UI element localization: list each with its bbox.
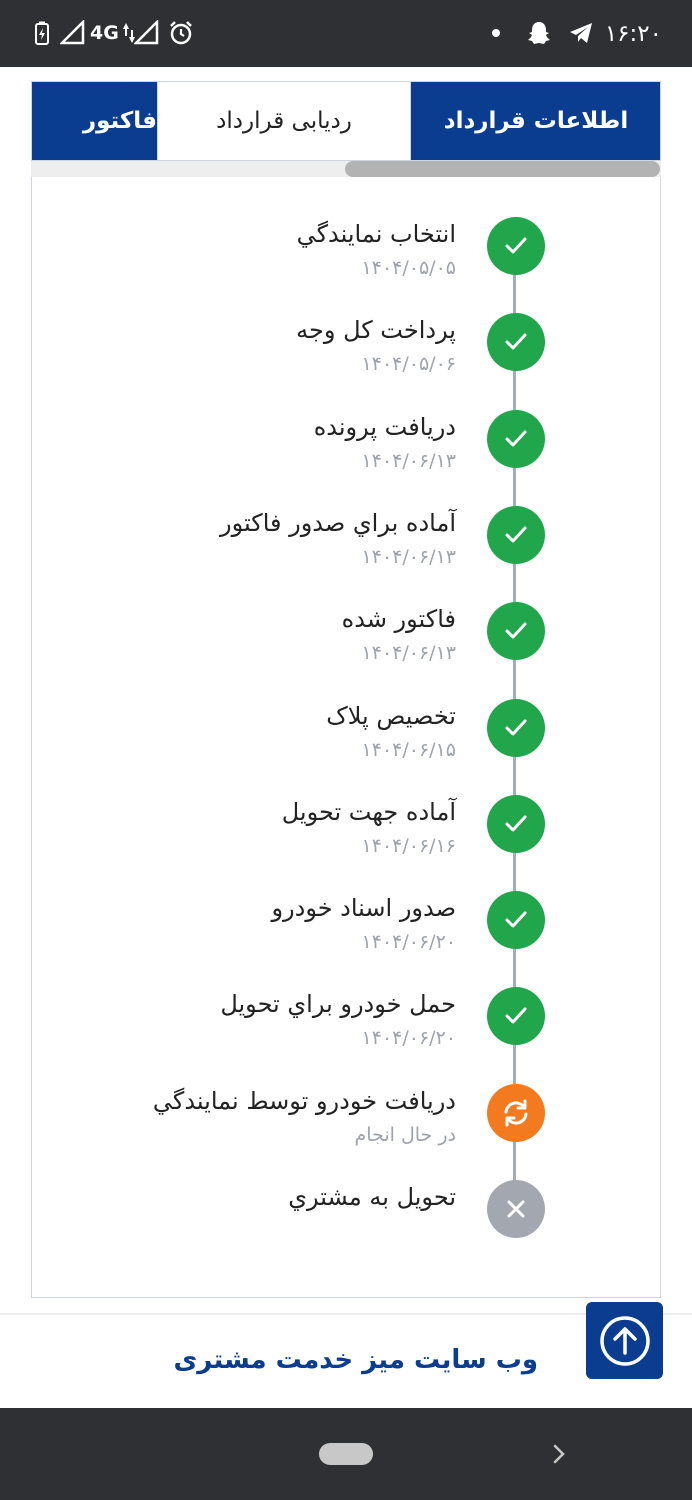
- step-title: آماده براي صدور فاکتور: [220, 508, 456, 537]
- step-title: دريافت پرونده: [313, 412, 456, 441]
- step-status-badge: [487, 794, 545, 853]
- timeline-step: دريافت پرونده ۱۴۰۴/۰۶/۱۳: [31, 390, 661, 486]
- status-bar: 4G ۱۶:۲۰: [0, 0, 692, 67]
- step-date: ۱۴۰۴/۰۶/۱۳: [361, 449, 456, 472]
- close-icon: [507, 1200, 525, 1218]
- timeline-step: آماده براي صدور فاکتور ۱۴۰۴/۰۶/۱۳: [31, 486, 661, 582]
- network-type: 4G: [90, 22, 119, 44]
- step-status-badge: [487, 698, 545, 757]
- step-title: تحويل به مشتري: [288, 1183, 456, 1211]
- timeline-step: فاکتور شده ۱۴۰۴/۰۶/۱۳: [31, 582, 661, 678]
- step-date: ۱۴۰۴/۰۶/۲۰: [361, 1027, 456, 1050]
- step-date: ۱۴۰۴/۰۵/۰۶: [361, 353, 456, 376]
- step-status-badge: [487, 891, 545, 950]
- refresh-icon: [504, 1099, 528, 1127]
- step-title: دريافت خودرو توسط نمايندگي: [152, 1086, 456, 1115]
- step-title: تخصيص پلاک: [326, 701, 456, 730]
- timeline-step: انتخاب نمايندگي ۱۴۰۴/۰۵/۰۵: [31, 197, 661, 293]
- alarm-icon: [170, 21, 192, 45]
- step-status-badge: [487, 505, 545, 564]
- telegram-icon: [570, 23, 592, 43]
- step-status-badge: [487, 217, 545, 275]
- step-title: صدور اسناد خودرو: [271, 894, 456, 923]
- tab-bar: اطلاعات قرارداد ردیابی قرارداد فاکتور: [31, 81, 661, 161]
- status-time: ۱۶:۲۰: [604, 21, 662, 47]
- step-title: پرداخت کل وجه: [296, 316, 456, 345]
- customer-service-link[interactable]: وب سایت میز خدمت مشتری: [173, 1340, 538, 1380]
- home-gesture-pill[interactable]: [319, 1443, 373, 1465]
- arrow-up-circle-icon: [599, 1315, 650, 1366]
- notification-dot: [492, 29, 500, 37]
- scroll-to-top-button[interactable]: [586, 1302, 663, 1379]
- tab-scroll-thumb[interactable]: [345, 161, 660, 177]
- check-icon: [505, 815, 527, 832]
- step-status-badge: [487, 987, 545, 1046]
- step-date: ۱۴۰۴/۰۵/۰۵: [361, 257, 456, 279]
- check-icon: [505, 622, 527, 639]
- check-icon: [505, 333, 527, 350]
- timeline-step: دريافت خودرو توسط نمايندگي در حال انجام: [31, 1064, 661, 1160]
- tab-contract-tracking[interactable]: ردیابی قرارداد: [157, 82, 411, 160]
- step-date: ۱۴۰۴/۰۶/۱۳: [361, 642, 456, 665]
- check-icon: [505, 526, 527, 543]
- check-icon: [505, 430, 527, 447]
- timeline-step: تحويل به مشتري: [31, 1160, 661, 1256]
- step-title: حمل خودرو براي تحويل: [220, 990, 456, 1019]
- timeline-step: آماده جهت تحويل ۱۴۰۴/۰۶/۱۶: [31, 775, 661, 871]
- battery-saver-icon: [35, 21, 49, 45]
- step-status-badge: [487, 1083, 545, 1142]
- step-date: ۱۴۰۴/۰۶/۱۵: [361, 738, 456, 761]
- check-icon: [505, 1007, 527, 1024]
- timeline-step: تخصيص پلاک ۱۴۰۴/۰۶/۱۵: [31, 679, 661, 775]
- step-title: انتخاب نمايندگي: [296, 220, 456, 248]
- timeline-step: پرداخت کل وجه ۱۴۰۴/۰۵/۰۶: [31, 293, 661, 389]
- step-status-badge: [487, 1180, 545, 1238]
- step-title: فاکتور شده: [341, 605, 456, 634]
- timeline-step: حمل خودرو براي تحويل ۱۴۰۴/۰۶/۲۰: [31, 967, 661, 1063]
- timeline-step: صدور اسناد خودرو ۱۴۰۴/۰۶/۲۰: [31, 871, 661, 967]
- signal-icon: [60, 20, 85, 45]
- signal-icon-2: [134, 20, 159, 45]
- tab-invoice[interactable]: فاکتور: [32, 82, 157, 160]
- step-date: در حال انجام: [354, 1123, 456, 1146]
- step-status-badge: [487, 313, 545, 372]
- step-status-badge: [487, 409, 545, 468]
- step-status-badge: [487, 602, 545, 661]
- check-icon: [505, 911, 527, 928]
- tab-contract-info[interactable]: اطلاعات قرارداد: [411, 82, 660, 160]
- snapchat-icon: [528, 22, 550, 44]
- step-date: ۱۴۰۴/۰۶/۱۳: [361, 545, 456, 568]
- step-date: ۱۴۰۴/۰۶/۱۶: [361, 834, 456, 857]
- chevron-right-icon[interactable]: [548, 1442, 570, 1466]
- step-date: ۱۴۰۴/۰۶/۲۰: [361, 931, 456, 954]
- check-icon: [505, 719, 527, 735]
- check-icon: [505, 237, 527, 254]
- step-title: آماده جهت تحويل: [281, 797, 456, 826]
